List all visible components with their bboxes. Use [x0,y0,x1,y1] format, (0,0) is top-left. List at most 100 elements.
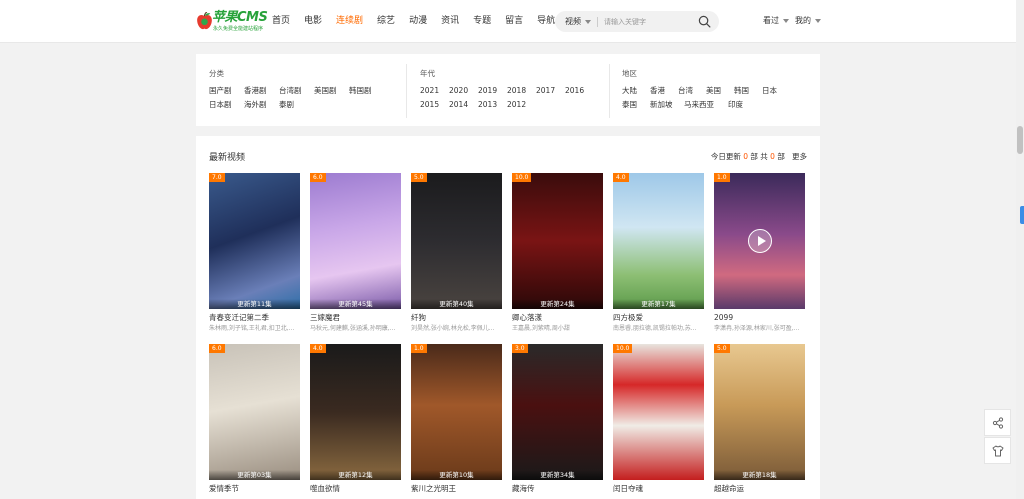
nav-guestbook[interactable]: 留言 [505,14,523,28]
filter-option[interactable]: 日本剧 [209,98,244,112]
video-poster[interactable]: 6.0 更新第45集 [310,173,401,309]
filter-option[interactable]: 2019 [478,84,507,98]
video-title[interactable]: 噬血欲情 [310,483,401,494]
filter-option[interactable]: 2013 [478,98,507,112]
nav-news[interactable]: 资讯 [441,14,459,28]
site-logo[interactable]: 苹果CMS 永久免费全能建站程序 [196,9,268,35]
nav-series[interactable]: 连续剧 [336,14,363,28]
score-badge: 7.0 [209,173,225,182]
filter-option[interactable]: 韩国剧 [349,84,384,98]
nav-variety[interactable]: 综艺 [377,14,395,28]
video-title[interactable]: 纤狗 [411,312,502,323]
filter-option[interactable]: 美国 [706,84,734,98]
filter-option[interactable]: 泰剧 [279,98,314,112]
episode-status: 更新第03集 [209,470,300,480]
video-poster[interactable]: 1.0 更新第10集 [411,344,502,480]
score-badge: 6.0 [310,173,326,182]
latest-videos-section: 最新视频 今日更新 0 部 共 0 部 更多 7.0 更新第11集 青春变迁记第… [196,136,820,499]
filter-option[interactable]: 海外剧 [244,98,279,112]
video-title[interactable]: 藏海传 [512,483,603,494]
episode-status: 更新第17集 [613,299,704,309]
episode-status: 更新第45集 [310,299,401,309]
filter-year-title: 年代 [420,69,435,78]
video-title[interactable]: 三嫁魔君 [310,312,401,323]
video-title[interactable]: 爱情季节 [209,483,300,494]
history-menu[interactable]: 看过 [763,15,789,26]
video-cast: 王嘉晨,刘紫晴,周小甜 [512,325,570,332]
apple-logo-icon [197,12,212,30]
nav-anime[interactable]: 动漫 [409,14,427,28]
scrollbar-thumb[interactable] [1017,126,1023,154]
video-poster[interactable]: 5.0 更新第40集 [411,173,502,309]
video-title[interactable]: 卿心落漾 [512,312,603,323]
video-title[interactable]: 超越命运 [714,483,805,494]
nav-topics[interactable]: 专题 [473,14,491,28]
theme-button[interactable] [984,437,1011,464]
nav-movies[interactable]: 电影 [304,14,322,28]
video-title[interactable]: 闰日夺魂 [613,483,704,494]
filter-category-title: 分类 [209,69,224,78]
filter-option[interactable]: 台湾 [678,84,706,98]
logo-subtitle: 永久免费全能建站程序 [213,26,264,32]
search-divider [597,16,598,27]
share-button[interactable] [984,409,1011,436]
filter-option[interactable]: 2014 [449,98,478,112]
filter-option[interactable]: 2015 [420,98,449,112]
total-count: 0 [770,152,775,161]
score-badge: 10.0 [613,344,633,353]
video-cast: 南恩睿,朋拉德,凯锡拉帕功,苏... [613,325,697,332]
video-poster[interactable]: 7.0 更新第11集 [209,173,300,309]
filter-option[interactable]: 大陆 [622,84,650,98]
video-poster[interactable]: 3.0 更新第34集 [512,344,603,480]
search-icon[interactable] [698,15,711,28]
filter-option[interactable]: 2021 [420,84,449,98]
score-badge: 1.0 [714,173,730,182]
filter-option[interactable]: 国产剧 [209,84,244,98]
video-poster[interactable]: 1.0 [714,173,805,309]
filter-option[interactable]: 2020 [449,84,478,98]
video-poster[interactable]: 4.0 更新第17集 [613,173,704,309]
history-label: 看过 [763,16,779,25]
filter-option[interactable]: 2018 [507,84,536,98]
filter-option[interactable]: 香港剧 [244,84,279,98]
video-title[interactable]: 紫川之光明王 [411,483,502,494]
user-menu[interactable]: 我的 [795,15,821,26]
filter-option[interactable]: 新加坡 [650,98,684,112]
video-poster[interactable]: 5.0 更新第18集 [714,344,805,480]
filter-option[interactable]: 美国剧 [314,84,349,98]
filter-option[interactable]: 2017 [536,84,565,98]
video-poster[interactable]: 10.0 [613,344,704,480]
nav-home[interactable]: 首页 [272,14,290,28]
video-poster[interactable]: 4.0 更新第12集 [310,344,401,480]
filter-divider [406,64,407,118]
search-type-select[interactable]: 视频 [565,16,591,27]
score-badge: 6.0 [209,344,225,353]
side-tab[interactable] [1020,206,1024,224]
more-link[interactable]: 更多 [792,152,807,161]
search-input[interactable] [604,17,704,26]
episode-status: 更新第40集 [411,299,502,309]
episode-status: 更新第11集 [209,299,300,309]
episode-status: 更新第12集 [310,470,401,480]
video-title[interactable]: 四方极爱 [613,312,704,323]
score-badge: 5.0 [411,173,427,182]
filter-option[interactable]: 2012 [507,98,536,112]
share-icon [992,416,1003,429]
video-poster[interactable]: 10.0 更新第24集 [512,173,603,309]
filter-option[interactable]: 印度 [728,98,756,112]
play-icon[interactable] [748,229,772,253]
video-title[interactable]: 2099 [714,312,805,323]
filter-option[interactable]: 台湾剧 [279,84,314,98]
score-badge: 5.0 [714,344,730,353]
video-title[interactable]: 青春变迁记第二季 [209,312,300,323]
filter-option[interactable]: 马来西亚 [684,98,728,112]
filter-option[interactable]: 韩国 [734,84,762,98]
filter-category: 分类 国产剧 香港剧 台湾剧 美国剧 韩国剧 日本剧 海外剧 泰剧 [209,68,384,112]
filter-option[interactable]: 香港 [650,84,678,98]
filter-option[interactable]: 泰国 [622,98,650,112]
site-header: 苹果CMS 永久免费全能建站程序 首页 电影 连续剧 综艺 动漫 资讯 专题 留… [0,0,1016,43]
filter-option[interactable]: 2016 [565,84,594,98]
video-poster[interactable]: 6.0 更新第03集 [209,344,300,480]
scrollbar[interactable] [1016,0,1024,499]
filter-option[interactable]: 日本 [762,84,790,98]
